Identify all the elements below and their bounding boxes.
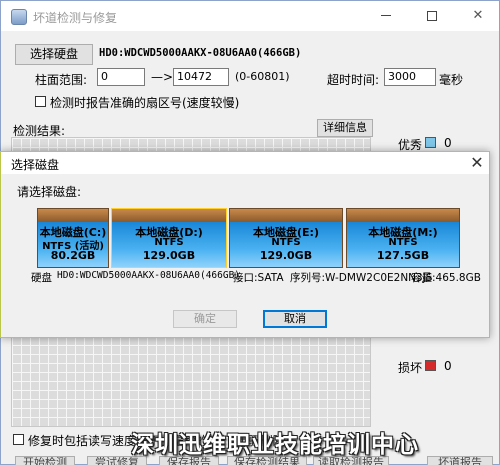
minimize-button[interactable] bbox=[363, 1, 409, 31]
range-arrow: —> bbox=[151, 70, 174, 84]
partition-size: 80.2GB bbox=[50, 249, 96, 262]
watermark-text: 深圳迅维职业技能培训中心 bbox=[131, 432, 419, 458]
select-disk-button[interactable]: 选择硬盘 bbox=[15, 44, 93, 65]
legend-bad-label: 损坏 bbox=[398, 361, 423, 375]
cylinder-to-input[interactable]: 10472 bbox=[173, 68, 229, 86]
cylinder-range-hint: (0-60801) bbox=[235, 70, 290, 83]
partition-fs: NTFS bbox=[271, 237, 301, 248]
bad-sector-report-button[interactable]: 坏道报告 bbox=[427, 456, 493, 465]
close-button[interactable]: ✕ bbox=[455, 1, 500, 31]
app-icon bbox=[11, 9, 27, 25]
disk-name-label: HD0:WDCWD5000AAKX-08U6AA0(466GB) bbox=[99, 47, 302, 59]
disk-info-interface: 接口:SATA bbox=[233, 272, 284, 284]
partition-size: 129.0GB bbox=[259, 249, 313, 262]
cylinder-from-input[interactable]: 0 bbox=[97, 68, 145, 86]
dialog-close-button[interactable]: ✕ bbox=[467, 153, 487, 173]
cancel-button[interactable]: 取消 bbox=[263, 310, 327, 328]
start-scan-button[interactable]: 开始检测 bbox=[15, 456, 75, 465]
close-icon: ✕ bbox=[472, 8, 484, 23]
select-disk-dialog: 选择磁盘 ✕ 请选择磁盘: 本地磁盘(C:) NTFS (活动) 80.2GB … bbox=[0, 151, 490, 338]
disk-partition-c[interactable]: 本地磁盘(C:) NTFS (活动) 80.2GB bbox=[37, 208, 109, 268]
disk-info-capacity: 容量:465.8GB bbox=[411, 272, 481, 284]
ok-button[interactable]: 确定 bbox=[173, 310, 237, 328]
report-sector-label: 检测时报告准确的扇区号(速度较慢) bbox=[50, 96, 240, 110]
maximize-icon bbox=[427, 10, 437, 21]
partition-fs: NTFS bbox=[388, 237, 418, 248]
partition-size: 129.0GB bbox=[142, 249, 196, 262]
close-icon: ✕ bbox=[470, 153, 484, 172]
disk-partition-m[interactable]: 本地磁盘(M:) NTFS 127.5GB bbox=[346, 208, 460, 268]
repair-option-checkbox[interactable] bbox=[13, 434, 24, 445]
maximize-button[interactable] bbox=[409, 1, 455, 31]
cylinder-range-label: 柱面范围: bbox=[35, 73, 88, 87]
dialog-title: 选择磁盘 bbox=[11, 158, 60, 172]
legend-good-count: 0 bbox=[444, 136, 452, 150]
partition-size: 127.5GB bbox=[376, 249, 430, 262]
timeout-input[interactable]: 3000 bbox=[384, 68, 436, 86]
minimize-icon bbox=[381, 15, 391, 16]
disk-partition-e[interactable]: 本地磁盘(E:) NTFS 129.0GB bbox=[229, 208, 343, 268]
timeout-unit: 毫秒 bbox=[439, 73, 464, 87]
window-title: 坏道检测与修复 bbox=[33, 11, 118, 25]
legend-bad-count: 0 bbox=[444, 359, 452, 373]
report-sector-checkbox[interactable] bbox=[35, 96, 46, 107]
legend-bad-swatch bbox=[425, 360, 436, 371]
detail-info-button[interactable]: 详细信息 bbox=[317, 119, 373, 137]
disk-partition-d[interactable]: 本地磁盘(D:) NTFS 129.0GB bbox=[111, 208, 227, 268]
disk-info-label: 硬盘 bbox=[31, 272, 52, 284]
dialog-title-bar: 选择磁盘 ✕ bbox=[1, 152, 489, 174]
title-bar: 坏道检测与修复 ✕ bbox=[1, 1, 499, 31]
disk-info-model: HD0:WDCWD5000AAKX-08U6AA0(466GB) bbox=[57, 270, 241, 281]
legend-good-swatch bbox=[425, 137, 436, 148]
timeout-label: 超时时间: bbox=[327, 73, 380, 87]
dialog-prompt: 请选择磁盘: bbox=[17, 185, 82, 199]
partition-fs: NTFS bbox=[154, 237, 184, 248]
